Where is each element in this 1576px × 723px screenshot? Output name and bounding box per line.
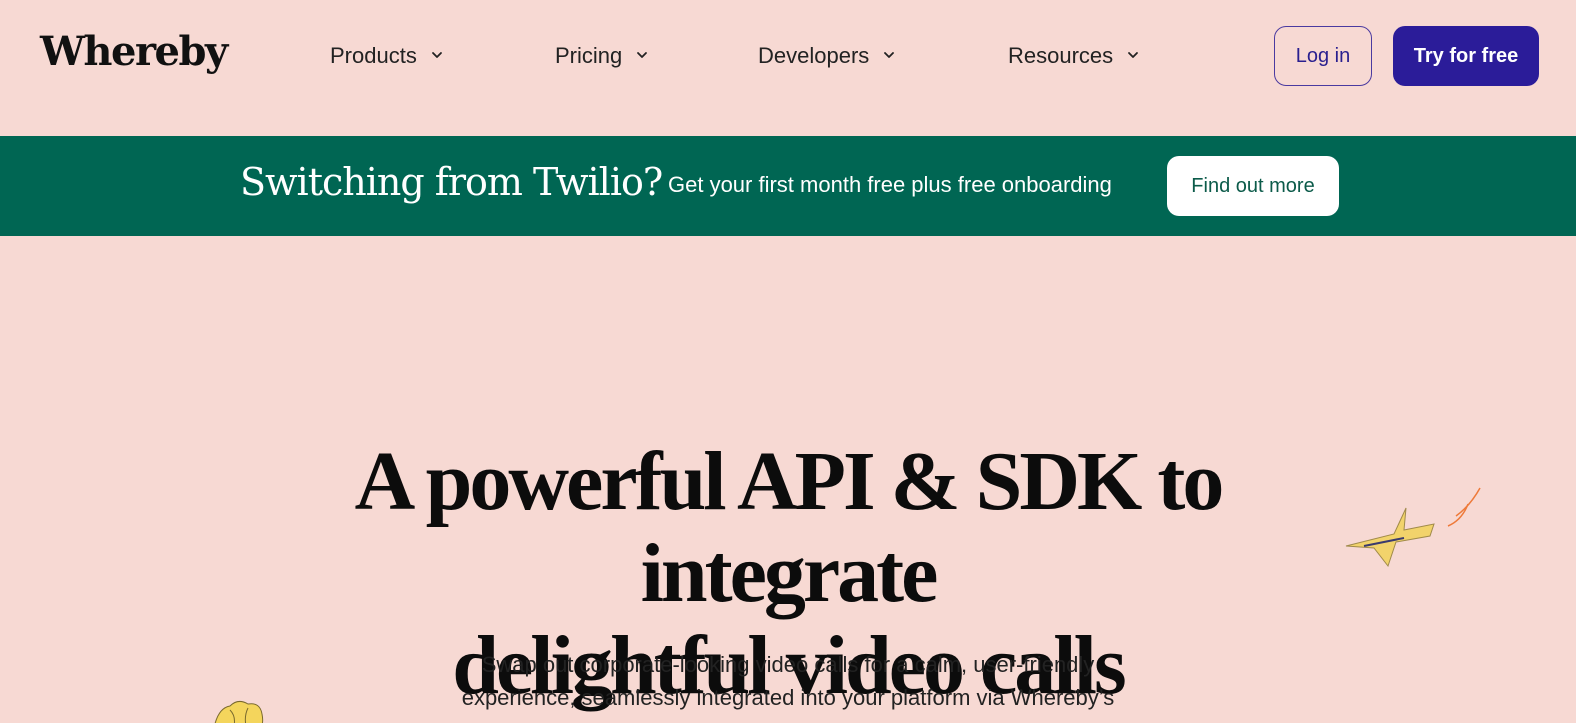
nav-pricing[interactable]: Pricing: [555, 40, 648, 72]
chevron-down-icon: [1127, 49, 1139, 61]
nav-developers-label: Developers: [758, 43, 870, 68]
page: Whereby Products Pricing Developers Reso…: [0, 0, 1576, 723]
paper-plane-illustration: [1344, 484, 1492, 574]
find-out-more-button[interactable]: Find out more: [1167, 156, 1339, 216]
chevron-down-icon: [636, 49, 648, 61]
banner-text: Get your first month free plus free onbo…: [668, 172, 1112, 197]
nav-developers[interactable]: Developers: [758, 40, 895, 72]
banner-title: Switching from Twilio?: [240, 160, 663, 204]
nav-products-label: Products: [330, 43, 417, 68]
hero-title-line-1: A powerful API & SDK to integrate: [354, 435, 1225, 620]
hero-subtitle: Swap out corporate-looking video calls f…: [418, 648, 1158, 714]
site-header: Whereby Products Pricing Developers Reso…: [0, 0, 1576, 136]
nav-products[interactable]: Products: [330, 40, 443, 72]
promo-banner: Switching from Twilio? Get your first mo…: [0, 136, 1576, 236]
login-button[interactable]: Log in: [1274, 26, 1372, 86]
hero-subtitle-line-1: Swap out corporate-looking video calls f…: [481, 652, 1095, 677]
chevron-down-icon: [431, 49, 443, 61]
chevron-down-icon: [883, 49, 895, 61]
hero-subtitle-line-2: experience, seamlessly integrated into y…: [461, 685, 1115, 710]
nav-resources-label: Resources: [1008, 43, 1114, 68]
nav-pricing-label: Pricing: [555, 43, 623, 68]
nav-resources[interactable]: Resources: [1008, 40, 1139, 72]
try-for-free-button[interactable]: Try for free: [1393, 26, 1539, 86]
flower-illustration: [208, 698, 268, 723]
whereby-logo[interactable]: Whereby: [40, 28, 228, 75]
